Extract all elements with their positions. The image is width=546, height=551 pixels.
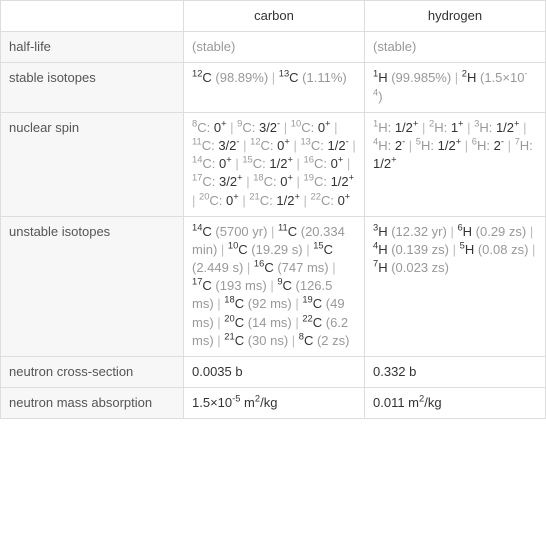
row-label: stable isotopes <box>1 63 184 112</box>
cell-half-life-hydrogen: (stable) <box>365 32 546 63</box>
cell-stable-isotopes-hydrogen: 1H (99.985%) | 2H (1.5×10-4) <box>365 63 546 112</box>
header-carbon: carbon <box>184 1 365 32</box>
header-row: carbon hydrogen <box>1 1 546 32</box>
header-blank <box>1 1 184 32</box>
row-half-life: half-life (stable) (stable) <box>1 32 546 63</box>
row-label: half-life <box>1 32 184 63</box>
cell-neutron-mass-abs-hydrogen: 0.011 m2/kg <box>365 388 546 419</box>
row-label: neutron cross-section <box>1 357 184 388</box>
cell-neutron-cs-carbon: 0.0035 b <box>184 357 365 388</box>
row-neutron-cross-section: neutron cross-section 0.0035 b 0.332 b <box>1 357 546 388</box>
row-neutron-mass-absorption: neutron mass absorption 1.5×10-5 m2/kg 0… <box>1 388 546 419</box>
cell-neutron-mass-abs-carbon: 1.5×10-5 m2/kg <box>184 388 365 419</box>
cell-nuclear-spin-carbon: 8C: 0+ | 9C: 3/2- | 10C: 0+ | 11C: 3/2- … <box>184 112 365 216</box>
cell-unstable-isotopes-hydrogen: 3H (12.32 yr) | 6H (0.29 zs) | 4H (0.139… <box>365 216 546 356</box>
properties-table: carbon hydrogen half-life (stable) (stab… <box>0 0 546 419</box>
cell-stable-isotopes-carbon: 12C (98.89%) | 13C (1.11%) <box>184 63 365 112</box>
row-nuclear-spin: nuclear spin 8C: 0+ | 9C: 3/2- | 10C: 0+… <box>1 112 546 216</box>
cell-unstable-isotopes-carbon: 14C (5700 yr) | 11C (20.334 min) | 10C (… <box>184 216 365 356</box>
cell-nuclear-spin-hydrogen: 1H: 1/2+ | 2H: 1+ | 3H: 1/2+ | 4H: 2- | … <box>365 112 546 216</box>
row-label: neutron mass absorption <box>1 388 184 419</box>
row-label: unstable isotopes <box>1 216 184 356</box>
cell-half-life-carbon: (stable) <box>184 32 365 63</box>
header-hydrogen: hydrogen <box>365 1 546 32</box>
cell-neutron-cs-hydrogen: 0.332 b <box>365 357 546 388</box>
row-stable-isotopes: stable isotopes 12C (98.89%) | 13C (1.11… <box>1 63 546 112</box>
row-label: nuclear spin <box>1 112 184 216</box>
row-unstable-isotopes: unstable isotopes 14C (5700 yr) | 11C (2… <box>1 216 546 356</box>
